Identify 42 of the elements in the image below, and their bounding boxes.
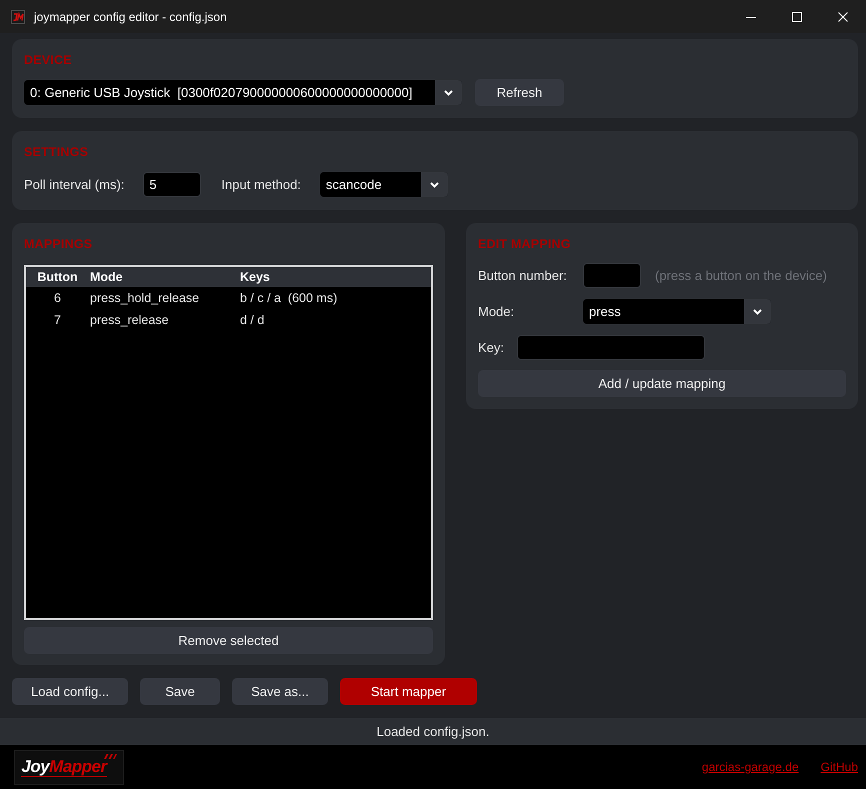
number-input[interactable]: 5 xyxy=(143,172,202,197)
table-cell-text: 6 xyxy=(53,291,62,305)
table-cell-text: 7 xyxy=(53,313,62,327)
hint-text: (press a button on the device) xyxy=(655,268,827,283)
action-button[interactable]: Save as... xyxy=(232,678,328,705)
dropdown-select[interactable]: press xyxy=(583,299,771,324)
add-update-button[interactable]: Add / update mapping xyxy=(478,370,846,397)
action-button[interactable]: Save xyxy=(140,678,220,705)
app-icon xyxy=(11,10,25,24)
number-input[interactable] xyxy=(583,263,641,288)
field-label: Key: xyxy=(478,340,504,355)
action-button[interactable]: Load config... xyxy=(12,678,128,705)
table-cell-text: b / c / a (600 ms) xyxy=(240,291,338,305)
maximize-icon xyxy=(792,12,802,22)
field-label: Button number: xyxy=(478,268,568,283)
device-select[interactable]: 0: Generic USB Joystick [0300f020790000000600000000000000] xyxy=(24,80,462,105)
field-label: Input method: xyxy=(221,177,301,192)
column-header: Mode xyxy=(89,270,124,284)
section-heading: SETTINGS xyxy=(24,145,90,159)
caret-icon xyxy=(753,308,762,314)
status-bar: Loaded config.json. xyxy=(0,718,866,745)
remove-selected-button[interactable]: Remove selected xyxy=(24,627,433,654)
action-button[interactable]: Start mapper xyxy=(340,678,478,705)
close-icon xyxy=(838,12,848,22)
section-heading: EDIT MAPPING xyxy=(478,237,572,251)
text-input[interactable] xyxy=(517,335,706,360)
logo-text: JoyMapper xyxy=(21,757,107,777)
caret-icon xyxy=(430,182,439,188)
column-header: Button xyxy=(36,270,79,284)
section-heading: MAPPINGS xyxy=(24,237,94,251)
window-title: joymapper config editor - config.json xyxy=(34,10,228,24)
table-cell-text: d / d xyxy=(240,313,266,327)
table-cell-text: press_release xyxy=(89,313,170,327)
column-header: Keys xyxy=(240,270,271,284)
refresh-button[interactable]: Refresh xyxy=(475,79,564,106)
caret-icon xyxy=(444,90,453,96)
stripes-icon xyxy=(102,754,117,758)
table-cell-text: press_hold_release xyxy=(89,291,200,305)
dropdown-select[interactable]: scancode xyxy=(320,172,448,197)
field-label: Poll interval (ms): xyxy=(24,177,124,192)
section-heading: DEVICE xyxy=(24,53,73,67)
field-label: Mode: xyxy=(478,304,516,319)
